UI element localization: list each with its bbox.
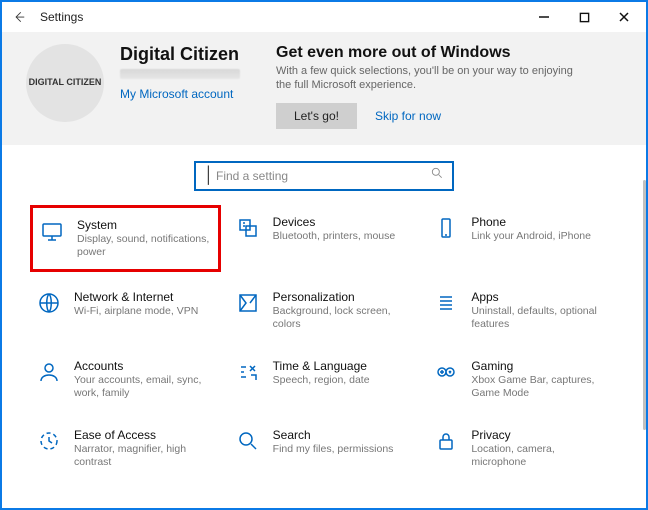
- personalization-icon: [235, 290, 261, 316]
- user-email-redacted: [120, 69, 240, 79]
- time-language-icon: [235, 359, 261, 385]
- search-input[interactable]: [216, 169, 430, 183]
- lets-go-button[interactable]: Let's go!: [276, 103, 357, 129]
- settings-grid: SystemDisplay, sound, notifications, pow…: [2, 201, 646, 492]
- tile-subtitle: Bluetooth, printers, mouse: [273, 230, 396, 243]
- avatar: DIGITAL CITIZEN: [26, 44, 104, 122]
- settings-tile-phone[interactable]: PhoneLink your Android, iPhone: [427, 205, 618, 272]
- titlebar: Settings: [2, 2, 646, 32]
- tile-title: Personalization: [273, 290, 413, 304]
- tile-title: Devices: [273, 215, 396, 229]
- search-caret: │: [204, 167, 214, 185]
- tile-subtitle: Narrator, magnifier, high contrast: [74, 443, 214, 469]
- gaming-icon: [433, 359, 459, 385]
- tile-title: Accounts: [74, 359, 214, 373]
- search-container: │: [2, 145, 646, 201]
- tile-subtitle: Your accounts, email, sync, work, family: [74, 374, 214, 400]
- settings-tile-search[interactable]: SearchFind my files, permissions: [229, 418, 420, 479]
- tile-subtitle: Wi-Fi, airplane mode, VPN: [74, 305, 198, 318]
- promo-heading: Get even more out of Windows: [276, 44, 622, 62]
- tile-subtitle: Find my files, permissions: [273, 443, 394, 456]
- settings-tile-system[interactable]: SystemDisplay, sound, notifications, pow…: [30, 205, 221, 272]
- user-display-name: Digital Citizen: [120, 44, 260, 65]
- network-icon: [36, 290, 62, 316]
- promo-body: With a few quick selections, you'll be o…: [276, 64, 576, 93]
- search-box[interactable]: │: [194, 161, 454, 191]
- system-icon: [39, 218, 65, 244]
- tile-subtitle: Link your Android, iPhone: [471, 230, 591, 243]
- skip-for-now-link[interactable]: Skip for now: [375, 109, 441, 123]
- tile-subtitle: Uninstall, defaults, optional features: [471, 305, 611, 331]
- scrollbar-thumb[interactable]: [643, 180, 646, 430]
- search-category-icon: [235, 428, 261, 454]
- tile-title: Phone: [471, 215, 591, 229]
- settings-tile-network-internet[interactable]: Network & InternetWi-Fi, airplane mode, …: [30, 280, 221, 341]
- settings-tile-devices[interactable]: DevicesBluetooth, printers, mouse: [229, 205, 420, 272]
- tile-subtitle: Xbox Game Bar, captures, Game Mode: [471, 374, 611, 400]
- tile-subtitle: Location, camera, microphone: [471, 443, 611, 469]
- apps-icon: [433, 290, 459, 316]
- settings-tile-personalization[interactable]: PersonalizationBackground, lock screen, …: [229, 280, 420, 341]
- close-button[interactable]: [604, 4, 644, 30]
- my-microsoft-account-link[interactable]: My Microsoft account: [120, 87, 260, 101]
- accounts-icon: [36, 359, 62, 385]
- tile-title: Ease of Access: [74, 428, 214, 442]
- tile-title: Search: [273, 428, 394, 442]
- settings-tile-gaming[interactable]: GamingXbox Game Bar, captures, Game Mode: [427, 349, 618, 410]
- scrollbar-track[interactable]: [638, 30, 646, 508]
- tile-title: Gaming: [471, 359, 611, 373]
- tile-subtitle: Background, lock screen, colors: [273, 305, 413, 331]
- ease-of-access-icon: [36, 428, 62, 454]
- back-button[interactable]: [10, 8, 28, 26]
- settings-tile-time-language[interactable]: Time & LanguageSpeech, region, date: [229, 349, 420, 410]
- privacy-icon: [433, 428, 459, 454]
- account-hero: DIGITAL CITIZEN Digital Citizen My Micro…: [2, 32, 646, 145]
- tile-subtitle: Display, sound, notifications, power: [77, 233, 212, 259]
- maximize-button[interactable]: [564, 4, 604, 30]
- window-title: Settings: [40, 10, 83, 24]
- tile-title: Network & Internet: [74, 290, 198, 304]
- settings-tile-privacy[interactable]: PrivacyLocation, camera, microphone: [427, 418, 618, 479]
- tile-subtitle: Speech, region, date: [273, 374, 370, 387]
- tile-title: Apps: [471, 290, 611, 304]
- tile-title: Privacy: [471, 428, 611, 442]
- minimize-button[interactable]: [524, 4, 564, 30]
- phone-icon: [433, 215, 459, 241]
- settings-tile-apps[interactable]: AppsUninstall, defaults, optional featur…: [427, 280, 618, 341]
- tile-title: Time & Language: [273, 359, 370, 373]
- settings-tile-accounts[interactable]: AccountsYour accounts, email, sync, work…: [30, 349, 221, 410]
- devices-icon: [235, 215, 261, 241]
- search-icon: [430, 166, 444, 185]
- tile-title: System: [77, 218, 212, 232]
- settings-tile-ease-of-access[interactable]: Ease of AccessNarrator, magnifier, high …: [30, 418, 221, 479]
